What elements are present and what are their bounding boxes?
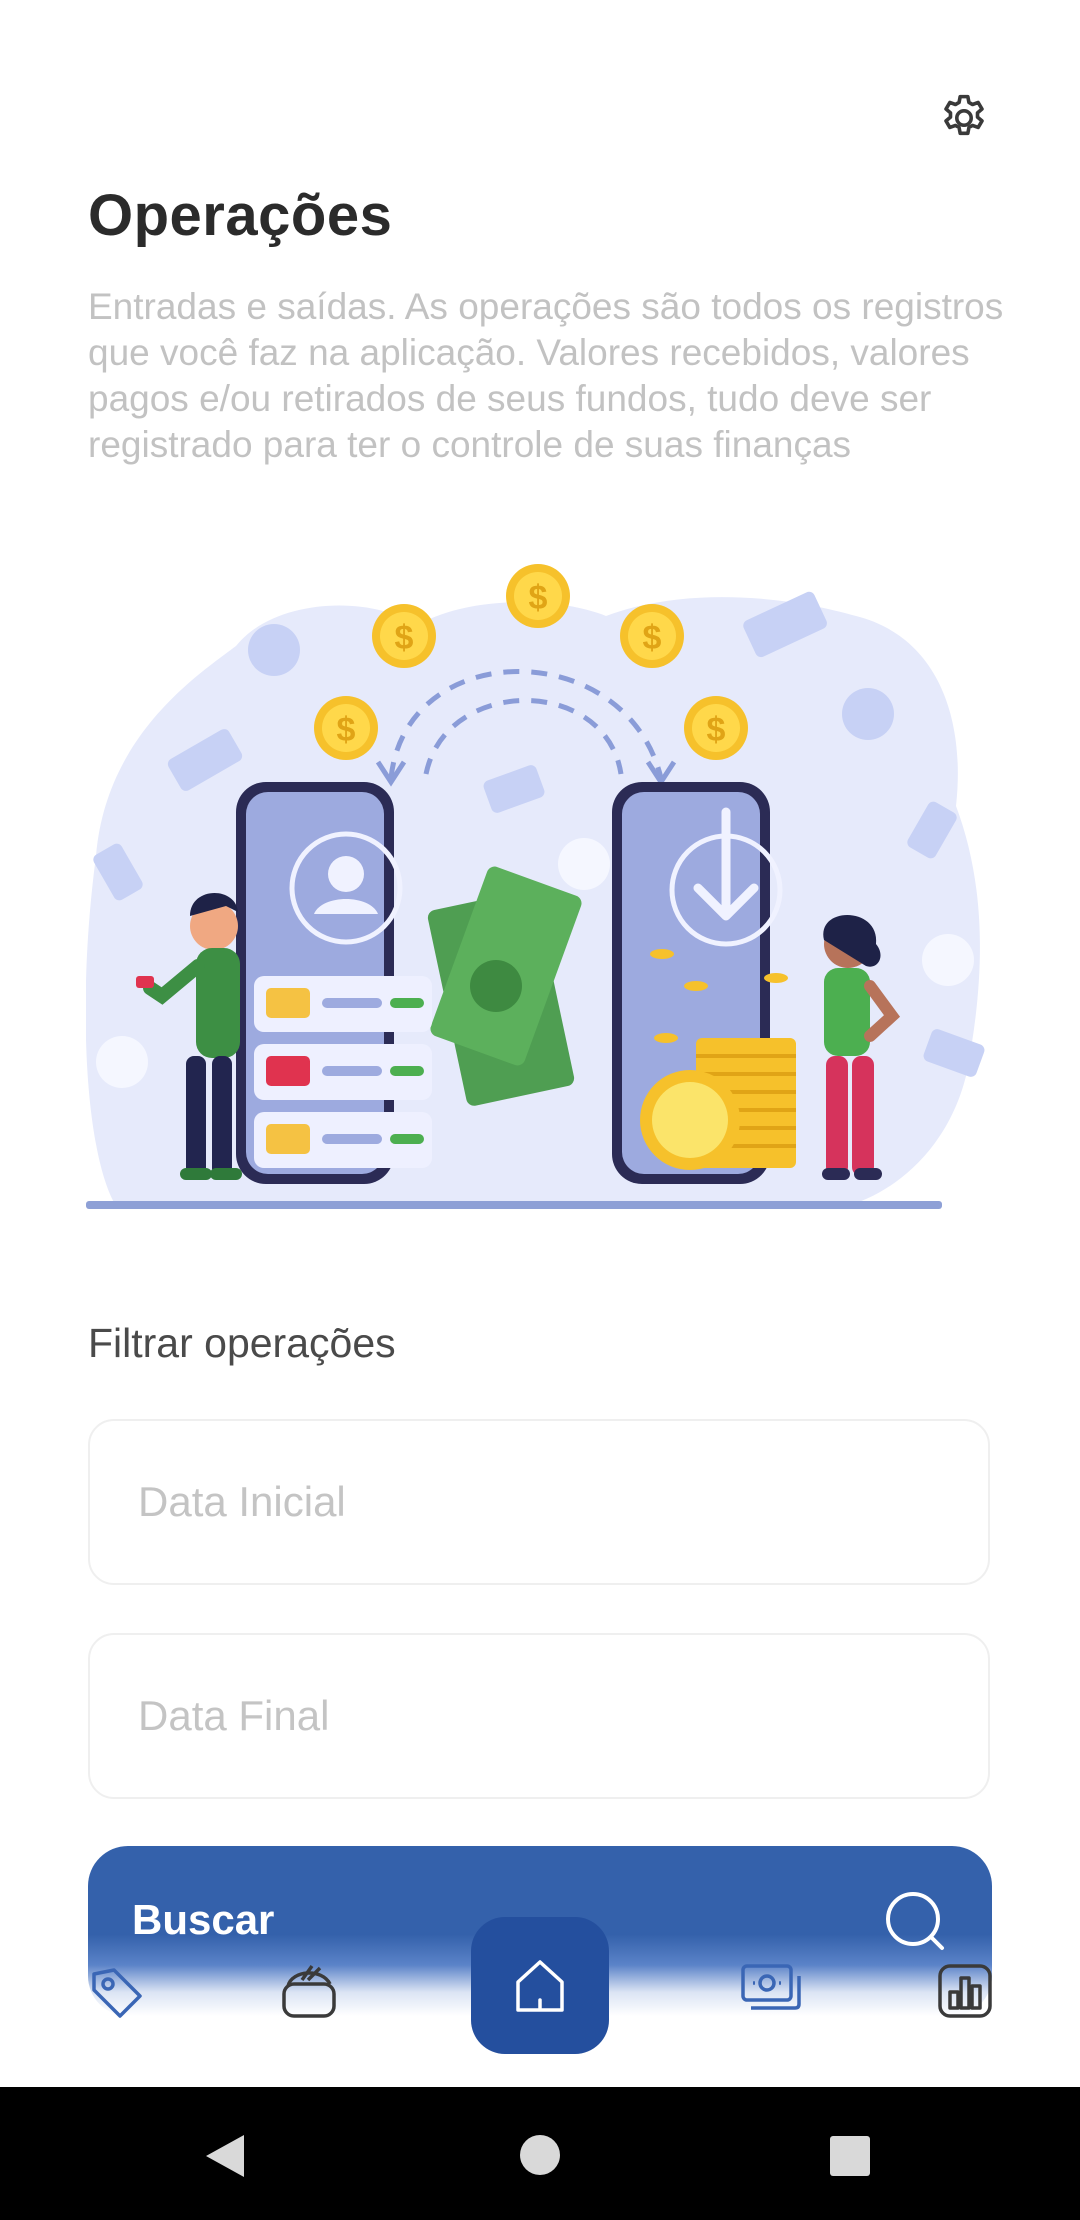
ground-line <box>86 1201 942 1209</box>
start-date-field[interactable] <box>88 1419 990 1585</box>
svg-text:$: $ <box>337 711 356 749</box>
dollar-coin-icon: $ <box>684 696 748 760</box>
coin-decor-icon <box>922 934 974 986</box>
filter-section-title: Filtrar operações <box>88 1320 396 1366</box>
phone-right-icon <box>612 782 796 1184</box>
nav-money[interactable] <box>738 1960 804 2018</box>
dollar-coin-icon: $ <box>314 696 378 760</box>
page-title: Operações <box>88 183 393 248</box>
coin-decor-icon <box>842 688 894 740</box>
page-description: Entradas e saídas. As operações são todo… <box>88 286 1004 465</box>
dollar-coin-icon: $ <box>372 604 436 668</box>
end-date-field[interactable] <box>88 1633 990 1799</box>
svg-text:$: $ <box>643 619 662 657</box>
home-circle-icon[interactable] <box>518 2133 562 2177</box>
nav-home[interactable] <box>471 1917 609 2054</box>
money-icon <box>741 1964 801 2010</box>
bar-chart-icon <box>938 1964 992 2018</box>
recents-icon[interactable] <box>829 2135 871 2177</box>
svg-text:$: $ <box>529 579 548 617</box>
tag-icon <box>92 1968 142 2018</box>
back-icon[interactable] <box>200 2131 250 2181</box>
gear-icon <box>944 94 984 136</box>
operations-illustration: $ $ $ $ $ <box>86 564 985 1209</box>
system-navigation-bar <box>0 2087 1080 2220</box>
search-icon <box>886 1892 944 1950</box>
svg-text:$: $ <box>707 711 726 749</box>
end-date-input[interactable] <box>136 1691 988 1741</box>
dollar-coin-icon: $ <box>620 604 684 668</box>
coin-decor-icon <box>558 838 610 890</box>
dollar-coin-icon: $ <box>506 564 570 628</box>
svg-text:$: $ <box>395 619 414 657</box>
nav-reports[interactable] <box>934 1960 996 2022</box>
nav-tags[interactable] <box>86 1962 148 2024</box>
settings-button[interactable] <box>932 86 996 150</box>
wallet-icon <box>282 1964 336 2018</box>
home-icon <box>516 1959 564 2012</box>
coin-decor-icon <box>248 624 300 676</box>
search-button-label: Buscar <box>132 1896 275 1943</box>
nav-wallet[interactable] <box>276 1958 342 2024</box>
coin-decor-icon <box>96 1036 148 1088</box>
start-date-input[interactable] <box>136 1477 988 1527</box>
